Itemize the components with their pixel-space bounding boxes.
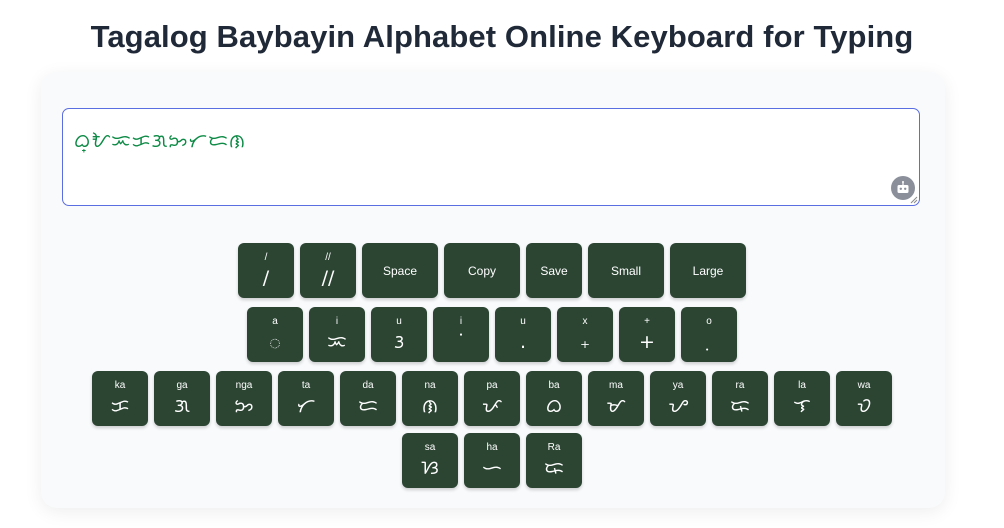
key-char: ᜏ: [856, 395, 872, 417]
small-label: Small: [610, 263, 641, 278]
key-label: Ra: [547, 442, 561, 453]
key-label: o: [706, 316, 712, 327]
key-label: ra: [735, 380, 745, 391]
key-char: ᜉ: [481, 395, 503, 417]
key-ba[interactable]: ba ᜊ: [526, 371, 582, 426]
space-button[interactable]: Space: [362, 243, 438, 298]
key-slash[interactable]: / /: [238, 243, 294, 298]
key-char: ᜍ: [730, 395, 750, 417]
small-button[interactable]: Small: [588, 243, 664, 298]
key-char: ᜋ: [606, 395, 626, 417]
key-char: /: [262, 267, 270, 289]
key-label: ka: [114, 380, 126, 391]
key-char: //: [321, 267, 335, 289]
key-label: ta: [301, 380, 311, 391]
key-ga[interactable]: ga ᜄ: [154, 371, 210, 426]
large-label: Large: [692, 263, 724, 278]
key-o[interactable]: o ᜓ: [681, 307, 737, 362]
page-title: Tagalog Baybayin Alphabet Online Keyboar…: [90, 19, 914, 54]
key-a[interactable]: a ᜀ: [247, 307, 303, 362]
key-plus-virama[interactable]: + +: [619, 307, 675, 362]
key-label: //: [325, 252, 331, 263]
key-char: .: [519, 331, 527, 353]
key-char: +: [639, 331, 655, 353]
key-label: la: [798, 380, 806, 391]
key-label: sa: [424, 442, 436, 453]
key-label: a: [272, 316, 278, 327]
key-ya[interactable]: ya ᜌ: [650, 371, 706, 426]
key-label: ma: [609, 380, 623, 391]
key-label: ga: [176, 380, 188, 391]
key-x-virama[interactable]: x ₊: [557, 307, 613, 362]
key-char: ₊: [579, 331, 591, 353]
key-na[interactable]: na ᜈ: [402, 371, 458, 426]
key-char: ᜂ: [393, 331, 405, 353]
editor-text[interactable]: ᜊ᜔ᜀᜁᜃᜄᜅᜆᜇᜈ: [74, 127, 246, 153]
key-la[interactable]: la ᜎ: [774, 371, 830, 426]
key-u-kudlit[interactable]: u .: [495, 307, 551, 362]
key-char: ᜍ: [544, 457, 564, 479]
save-label: Save: [540, 263, 568, 278]
key-char: ᜄ: [174, 395, 190, 417]
key-label: u: [396, 316, 402, 327]
text-editor[interactable]: ᜊ᜔ᜀᜁᜃᜄᜅᜆᜇᜈ: [62, 108, 920, 206]
key-capital-ra[interactable]: Ra ᜍ: [526, 433, 582, 488]
large-button[interactable]: Large: [670, 243, 746, 298]
key-ka[interactable]: ka ᜃ: [92, 371, 148, 426]
key-char: ᜅ: [234, 395, 254, 417]
key-label: i: [459, 316, 463, 327]
key-char: ˙: [456, 331, 466, 353]
key-ra[interactable]: ra ᜍ: [712, 371, 768, 426]
key-ha[interactable]: ha ᜑ: [464, 433, 520, 488]
key-pa[interactable]: pa ᜉ: [464, 371, 520, 426]
key-i[interactable]: i ᜁ: [309, 307, 365, 362]
key-char: ᜆ: [296, 395, 316, 417]
key-nga[interactable]: nga ᜅ: [216, 371, 272, 426]
key-label: x: [582, 316, 588, 327]
key-char: ᜎ: [793, 395, 811, 417]
resize-handle-icon[interactable]: [910, 196, 918, 204]
copy-button[interactable]: Copy: [444, 243, 520, 298]
key-label: pa: [486, 380, 498, 391]
copy-label: Copy: [467, 263, 496, 278]
key-char: ᜃ: [110, 395, 130, 417]
key-i-kudlit[interactable]: i ˙: [433, 307, 489, 362]
key-label: wa: [857, 380, 871, 391]
key-u[interactable]: u ᜂ: [371, 307, 427, 362]
space-label: Space: [382, 263, 418, 278]
key-label: ba: [548, 380, 560, 391]
key-sa[interactable]: sa ᜐ: [402, 433, 458, 488]
key-double-slash[interactable]: // //: [300, 243, 356, 298]
key-char: ᜈ: [421, 395, 439, 417]
key-char: ᜐ: [421, 457, 439, 479]
key-wa[interactable]: wa ᜏ: [836, 371, 892, 426]
key-char: ᜓ: [681, 331, 737, 353]
key-label: i: [335, 316, 339, 327]
key-label: ha: [486, 442, 498, 453]
key-char: ᜀ: [269, 331, 281, 353]
save-button[interactable]: Save: [526, 243, 582, 298]
key-label: da: [362, 380, 374, 391]
key-char: ᜇ: [358, 395, 378, 417]
key-char: ᜑ: [482, 457, 502, 479]
key-label: +: [644, 316, 650, 327]
key-label: ya: [672, 380, 684, 391]
key-char: ᜊ: [545, 395, 563, 417]
key-ma[interactable]: ma ᜋ: [588, 371, 644, 426]
key-label: nga: [235, 380, 253, 391]
key-label: /: [264, 252, 268, 263]
key-label: na: [424, 380, 436, 391]
key-label: u: [520, 316, 526, 327]
key-char: ᜁ: [327, 331, 347, 353]
key-da[interactable]: da ᜇ: [340, 371, 396, 426]
key-char: ᜌ: [668, 395, 688, 417]
key-ta[interactable]: ta ᜆ: [278, 371, 334, 426]
